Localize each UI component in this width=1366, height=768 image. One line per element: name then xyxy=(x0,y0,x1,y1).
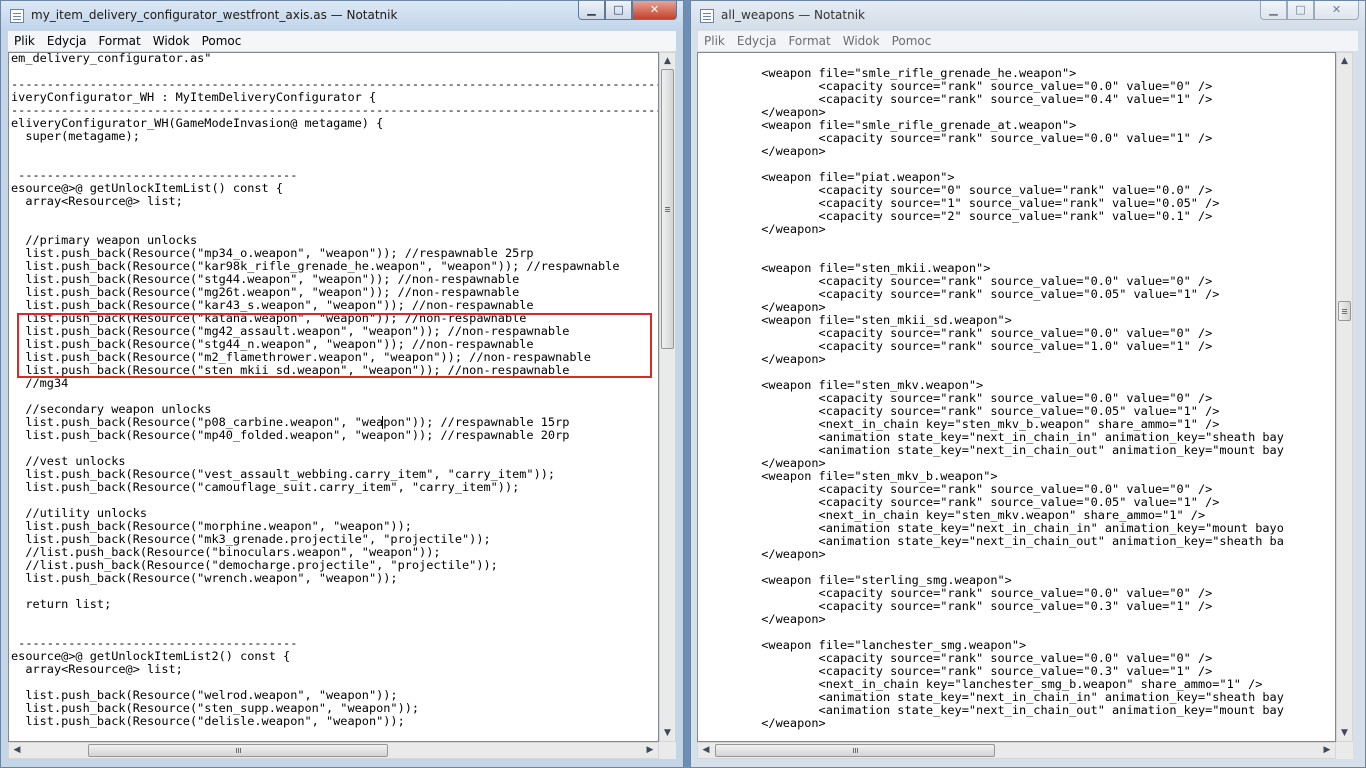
horizontal-scrollbar[interactable]: ◀ ▶ xyxy=(697,742,1336,759)
menu-bar: Plik Edycja Format Widok Pomoc xyxy=(698,31,1358,52)
highlight-annotation-box xyxy=(17,313,652,378)
window-title: my_item_delivery_configurator_westfront_… xyxy=(31,8,398,22)
menu-format[interactable]: Format xyxy=(782,34,836,48)
scroll-down-arrow-icon[interactable]: ▼ xyxy=(1337,725,1352,741)
scrollbar-corner xyxy=(1336,742,1353,759)
text-caret xyxy=(382,416,383,429)
scroll-left-arrow-icon[interactable]: ◀ xyxy=(9,743,25,758)
notepad-window-right[interactable]: all_weapons — Notatnik ▁ □ ✕ Plik Edycja… xyxy=(690,0,1366,768)
text-editor[interactable]: <weapon file="smle_rifle_grenade_he.weap… xyxy=(697,52,1336,742)
notepad-window-left[interactable]: my_item_delivery_configurator_westfront_… xyxy=(0,0,684,768)
vertical-scrollbar[interactable]: ▲ ▼ xyxy=(1336,52,1353,742)
menu-bar: Plik Edycja Format Widok Pomoc xyxy=(8,31,676,52)
notepad-app-icon xyxy=(10,9,24,23)
minimize-button[interactable]: ▁ xyxy=(578,1,605,20)
scroll-up-arrow-icon[interactable]: ▲ xyxy=(660,53,675,69)
menu-file[interactable]: Plik xyxy=(8,34,41,48)
scroll-up-arrow-icon[interactable]: ▲ xyxy=(1337,53,1352,69)
code-text[interactable]: <weapon file="smle_rifle_grenade_he.weap… xyxy=(704,67,1284,730)
menu-format[interactable]: Format xyxy=(92,34,146,48)
scroll-left-arrow-icon[interactable]: ◀ xyxy=(698,743,714,758)
title-bar[interactable]: my_item_delivery_configurator_westfront_… xyxy=(1,1,683,30)
close-button[interactable]: ✕ xyxy=(1314,1,1359,20)
notepad-app-icon xyxy=(700,9,714,23)
maximize-button[interactable]: □ xyxy=(605,1,632,20)
vertical-scroll-thumb[interactable] xyxy=(1338,301,1351,321)
menu-edit[interactable]: Edycja xyxy=(731,34,783,48)
horizontal-scroll-thumb[interactable] xyxy=(88,744,388,757)
maximize-button[interactable]: □ xyxy=(1287,1,1314,20)
scroll-right-arrow-icon[interactable]: ▶ xyxy=(642,743,658,758)
code-text[interactable]: em_delivery_configurator.as" -----------… xyxy=(11,53,658,728)
vertical-scroll-thumb[interactable] xyxy=(661,69,674,349)
vertical-scrollbar[interactable]: ▲ ▼ xyxy=(659,52,676,742)
close-button[interactable]: ✕ xyxy=(632,1,677,20)
menu-view[interactable]: Widok xyxy=(837,34,886,48)
scrollbar-corner xyxy=(659,742,676,759)
menu-file[interactable]: Plik xyxy=(698,34,731,48)
menu-help[interactable]: Pomoc xyxy=(886,34,938,48)
text-editor[interactable]: em_delivery_configurator.as" -----------… xyxy=(8,52,659,742)
menu-help[interactable]: Pomoc xyxy=(196,34,248,48)
scroll-down-arrow-icon[interactable]: ▼ xyxy=(660,725,675,741)
minimize-button[interactable]: ▁ xyxy=(1260,1,1287,20)
menu-edit[interactable]: Edycja xyxy=(41,34,93,48)
horizontal-scrollbar[interactable]: ◀ ▶ xyxy=(8,742,659,759)
scroll-right-arrow-icon[interactable]: ▶ xyxy=(1319,743,1335,758)
window-title: all_weapons — Notatnik xyxy=(721,8,865,22)
horizontal-scroll-thumb[interactable] xyxy=(715,744,995,757)
menu-view[interactable]: Widok xyxy=(147,34,196,48)
title-bar[interactable]: all_weapons — Notatnik ▁ □ ✕ xyxy=(691,1,1365,30)
